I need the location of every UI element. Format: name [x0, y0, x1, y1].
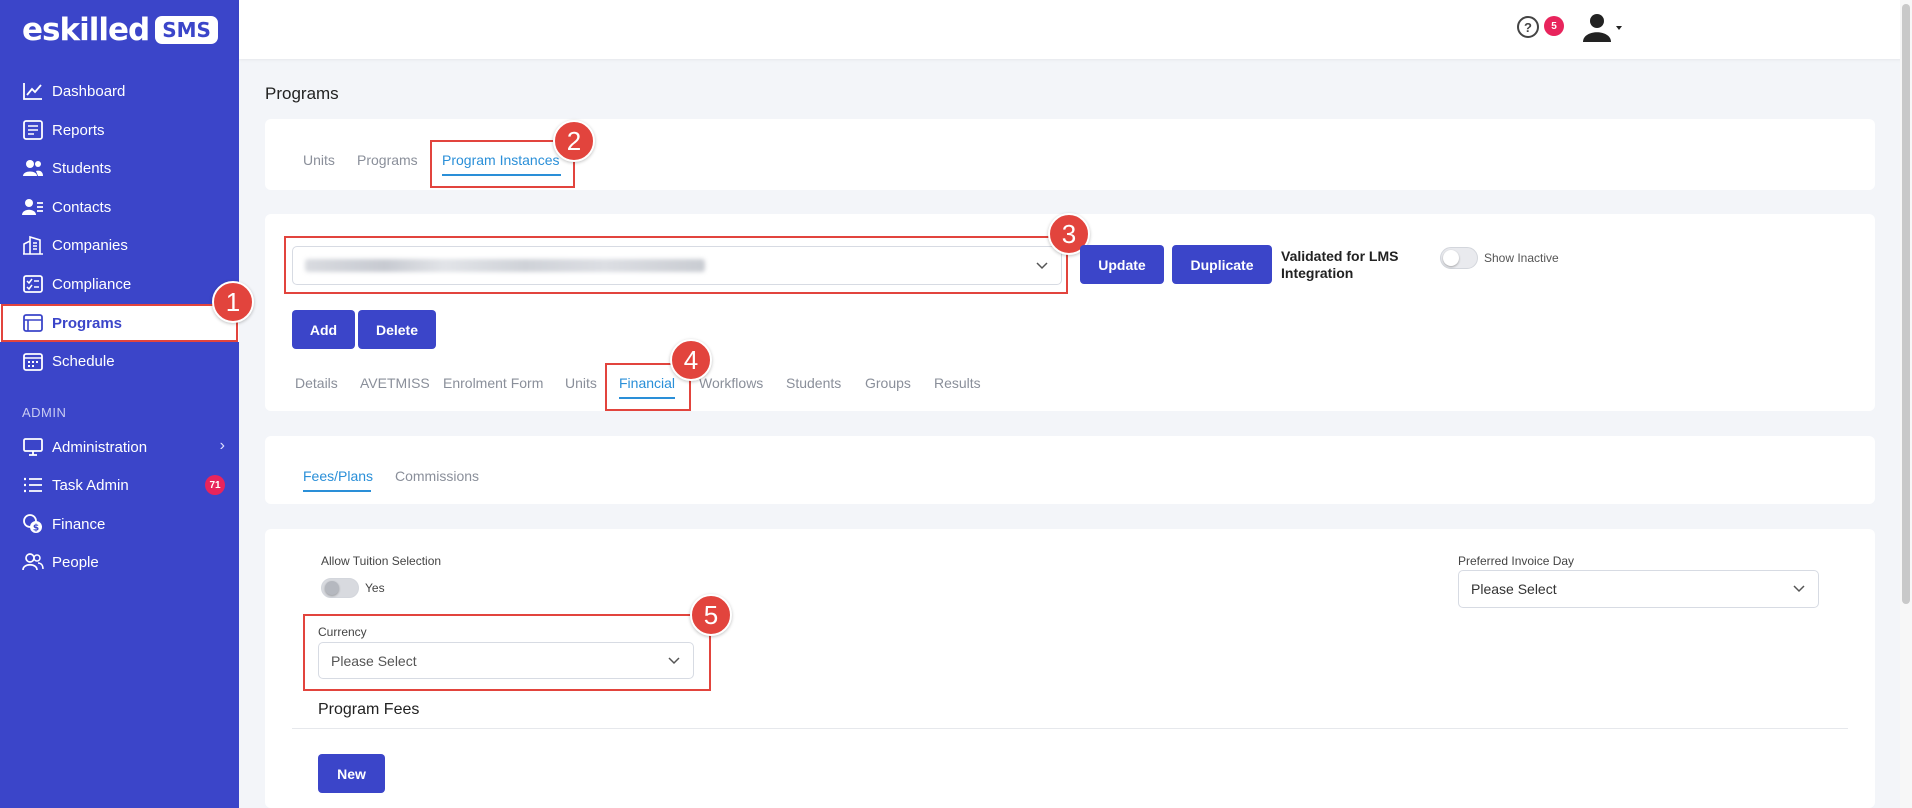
people-icon [22, 550, 50, 574]
tab-programs[interactable]: Programs [357, 152, 418, 168]
contacts-icon [22, 195, 50, 219]
svg-text:$: $ [33, 524, 39, 534]
report-icon [22, 118, 50, 142]
tab-avetmiss[interactable]: AVETMISS [360, 375, 430, 391]
chevron-right-icon: › [219, 437, 225, 454]
scrollbar[interactable] [1900, 0, 1912, 808]
sidebar-item-label: Finance [52, 515, 106, 533]
callout-marker-1: 1 [212, 281, 254, 323]
sidebar-item-companies[interactable]: Companies [0, 226, 239, 264]
tab-units-instance[interactable]: Units [565, 375, 597, 391]
program-fees-heading: Program Fees [318, 701, 420, 718]
sidebar-item-label: Compliance [52, 275, 132, 293]
update-button[interactable]: Update [1080, 245, 1164, 284]
collapse-sidebar-button[interactable]: « [207, 14, 218, 37]
sidebar-item-schedule[interactable]: Schedule [0, 342, 239, 380]
logo-text: eskilled [22, 12, 150, 48]
invoice-day-label: Preferred Invoice Day [1458, 554, 1575, 568]
user-avatar-icon [1583, 14, 1622, 42]
task-admin-badge: 71 [205, 475, 225, 495]
add-button[interactable]: Add [292, 310, 355, 349]
tab-details[interactable]: Details [295, 375, 338, 391]
finance-icon: $ [22, 512, 50, 536]
duplicate-button[interactable]: Duplicate [1172, 245, 1272, 284]
callout-marker-2: 2 [553, 120, 595, 162]
sidebar-item-label: Dashboard [52, 82, 126, 100]
chevron-down-icon [1780, 585, 1818, 593]
tab-active-indicator [303, 490, 371, 492]
show-inactive-toggle[interactable] [1440, 247, 1478, 269]
tab-workflows[interactable]: Workflows [699, 375, 763, 391]
callout-box-3 [284, 236, 1068, 294]
compliance-icon [22, 272, 50, 296]
monitor-icon [22, 435, 50, 459]
toggle-knob [325, 581, 339, 595]
sidebar-item-label: People [52, 553, 99, 571]
sidebar-item-label: Administration [52, 438, 148, 456]
tab-fees-plans[interactable]: Fees/Plans [303, 468, 373, 484]
sidebar-item-label: Schedule [52, 352, 115, 370]
scrollbar-thumb[interactable] [1902, 4, 1910, 604]
tab-enrolment-form[interactable]: Enrolment Form [443, 375, 543, 391]
callout-marker-4: 4 [670, 339, 712, 381]
financial-tabs-card [265, 436, 1875, 504]
allow-tuition-toggle[interactable] [321, 578, 359, 598]
companies-icon [22, 233, 50, 257]
callout-box-5 [303, 614, 711, 691]
tab-groups[interactable]: Groups [865, 375, 911, 391]
sidebar-item-reports[interactable]: Reports [0, 111, 239, 149]
sidebar-item-administration[interactable]: Administration › [0, 428, 239, 466]
page-title: Programs [265, 84, 339, 103]
invoice-day-select[interactable]: Please Select [1458, 570, 1819, 608]
sidebar: eskilled SMS « Dashboard Reports Student… [0, 0, 239, 808]
sidebar-section-admin: ADMIN [22, 405, 67, 420]
lms-validation-status: Validated for LMS Integration [1281, 248, 1398, 282]
notification-badge[interactable]: 5 [1544, 16, 1564, 36]
sidebar-item-task-admin[interactable]: Task Admin 71 [0, 466, 239, 504]
new-fee-button[interactable]: New [318, 754, 385, 793]
lms-status-line2: Integration [1281, 265, 1354, 281]
tab-units[interactable]: Units [303, 152, 335, 168]
topbar [239, 0, 1912, 59]
callout-box-1 [1, 304, 238, 342]
students-icon [22, 156, 50, 180]
sidebar-item-label: Task Admin [52, 476, 129, 494]
allow-tuition-label: Allow Tuition Selection [321, 554, 442, 568]
divider [292, 728, 1848, 729]
sidebar-item-students[interactable]: Students [0, 149, 239, 187]
show-inactive-label: Show Inactive [1484, 251, 1559, 265]
list-icon [22, 473, 50, 497]
tab-commissions[interactable]: Commissions [395, 468, 479, 484]
delete-button[interactable]: Delete [358, 310, 436, 349]
logo[interactable]: eskilled SMS [22, 8, 218, 52]
sidebar-item-label: Reports [52, 121, 105, 139]
tab-students[interactable]: Students [786, 375, 841, 391]
sidebar-item-label: Companies [52, 236, 128, 254]
toggle-knob [1443, 250, 1459, 266]
sidebar-item-compliance[interactable]: Compliance [0, 265, 239, 303]
sidebar-item-label: Contacts [52, 198, 112, 216]
lms-status-line1: Validated for LMS [1281, 248, 1399, 264]
help-icon[interactable]: ? [1517, 16, 1539, 38]
chart-line-icon [22, 79, 50, 103]
sidebar-item-finance[interactable]: $ Finance [0, 505, 239, 543]
calendar-icon [22, 349, 50, 373]
sidebar-item-people[interactable]: People [0, 543, 239, 581]
sidebar-item-contacts[interactable]: Contacts [0, 188, 239, 226]
user-menu[interactable] [1582, 12, 1626, 44]
callout-marker-5: 5 [690, 594, 732, 636]
invoice-day-value: Please Select [1471, 581, 1557, 597]
tab-results[interactable]: Results [934, 375, 981, 391]
sidebar-item-dashboard[interactable]: Dashboard [0, 72, 239, 110]
sidebar-item-label: Students [52, 159, 112, 177]
allow-tuition-value: Yes [365, 581, 385, 595]
